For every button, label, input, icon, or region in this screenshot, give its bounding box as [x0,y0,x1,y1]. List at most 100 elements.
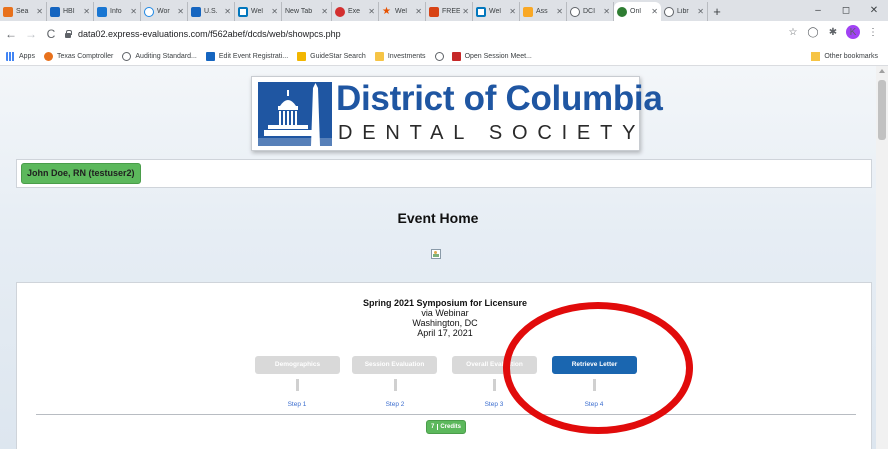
close-icon[interactable]: ✕ [368,7,375,16]
user-bar: John Doe, RN (testuser2) [16,159,872,188]
dc-dental-society-logo: District of Columbia DENTAL SOCIETY [251,76,663,151]
user-name-badge[interactable]: John Doe, RN (testuser2) [21,163,141,184]
page-scrollbar[interactable] [876,66,888,449]
browser-tab[interactable]: DCI ✕ [567,2,614,21]
browser-tab[interactable]: Wel ✕ [473,2,520,21]
close-icon[interactable]: ✕ [36,7,43,16]
webex-icon [144,6,154,17]
scrollbar-thumb[interactable] [878,80,886,140]
minimize-button[interactable]: – [804,0,832,21]
event-card: Spring 2021 Symposium for Licensure via … [16,282,872,449]
event-date: April 17, 2021 [417,328,473,338]
close-icon[interactable]: ✕ [177,7,184,16]
bookmark-guidestar[interactable]: GuideStar Search [297,51,366,61]
info-icon [97,6,107,17]
close-window-button[interactable]: ✕ [860,0,888,21]
new-tab-button[interactable]: + [708,2,726,21]
extension-icon[interactable]: ◯ [806,27,820,38]
step-connector [493,379,496,391]
close-icon[interactable]: ✕ [271,7,278,16]
address-bar[interactable]: data02.express-evaluations.com/f562abef/… [64,24,764,44]
event-mode: via Webinar [421,308,469,318]
url-text: data02.express-evaluations.com/f562abef/… [78,29,341,39]
credits-value: 7 [431,424,439,430]
step-label: Step 4 [584,401,604,408]
puzzle-icon[interactable]: ✱ [826,27,840,38]
e-icon [617,6,627,17]
event-location: Washington, DC [412,318,478,328]
scroll-up-arrow-icon[interactable] [879,69,885,73]
back-button[interactable]: ← [2,24,20,44]
close-icon[interactable]: ✕ [83,7,90,16]
browser-tab[interactable]: Wor ✕ [141,2,188,21]
close-icon[interactable]: ✕ [224,7,231,16]
calendar-icon [451,51,461,61]
step-label: Step 1 [287,401,307,408]
browser-tab[interactable]: Sea ✕ [0,2,47,21]
step-label: Step 2 [385,401,405,408]
bookmark-auditing-standard[interactable]: Auditing Standard... [122,51,197,61]
close-icon[interactable]: ✕ [697,7,704,16]
bookmark-texas-comptroller[interactable]: Texas Comptroller [43,51,113,61]
forward-button[interactable]: → [22,24,40,44]
close-icon[interactable]: ✕ [651,7,658,16]
browser-toolbar: ← → C data02.express-evaluations.com/f56… [0,21,888,47]
credits-label: Credits [440,424,462,430]
close-icon[interactable]: ✕ [603,7,610,16]
h-icon [50,6,60,17]
globe-icon [570,6,580,17]
browser-tab[interactable]: Ass ✕ [520,2,567,21]
globe-icon [122,51,132,61]
menu-icon[interactable]: ⋮ [866,27,880,38]
credits-badge: 7 Credits [426,420,467,434]
close-icon[interactable]: ✕ [556,7,563,16]
browser-tab[interactable]: Info ✕ [94,2,141,21]
other-bookmarks[interactable]: Other bookmarks [811,52,878,61]
demographics-button[interactable]: Demographics [255,356,340,374]
step-connector [394,379,397,391]
folder-icon [374,51,384,61]
close-icon[interactable]: ✕ [321,7,328,16]
maximize-button[interactable]: ◻ [832,0,860,21]
bookmark-star-icon[interactable]: ☆ [786,27,800,38]
browser-tab[interactable]: Libr ✕ [661,2,708,21]
bookmark-apps[interactable]: Apps [6,51,35,61]
browser-tab[interactable]: Exe ✕ [332,2,379,21]
tab-strip: Sea ✕ HBI ✕ Info ✕ Wor ✕ U.S. ✕ Wel ✕ New Tab ✕… [0,0,888,21]
aae-icon [523,6,533,17]
page-viewport: District of Columbia DENTAL SOCIETY John… [0,66,876,449]
browser-tab[interactable]: FREE ✕ [426,2,473,21]
profile-avatar[interactable]: K [846,25,860,39]
bookmark-open-session[interactable]: Open Session Meet... [451,51,532,61]
logo-title: District of Columbia [336,79,663,118]
logo-subtitle: DENTAL SOCIETY [338,122,646,144]
close-icon[interactable]: ✕ [415,7,422,16]
browser-tab[interactable]: U.S. ✕ [188,2,235,21]
page-title: Event Home [397,210,479,226]
bookmark-investments[interactable]: Investments [374,51,426,61]
close-icon[interactable]: ✕ [509,7,516,16]
close-icon[interactable]: ✕ [462,7,469,16]
overall-evaluation-button[interactable]: Overall Evaluation [452,356,537,374]
window-icon [238,6,248,17]
bookmark-globe[interactable] [434,51,448,61]
apps-grid-icon [6,51,15,61]
browser-tab[interactable]: ★ Wel ✕ [379,2,426,21]
globe-icon [664,6,674,17]
step-connector [593,379,596,391]
reload-button[interactable]: C [42,24,60,44]
session-evaluation-button[interactable]: Session Evaluation [352,356,437,374]
flag-icon [191,6,201,17]
bars-icon [3,6,13,17]
browser-tab[interactable]: New Tab ✕ [282,2,332,21]
browser-tab[interactable]: HBI ✕ [47,2,94,21]
folder-icon [811,52,821,61]
browser-tab[interactable]: Wel ✕ [235,2,282,21]
browser-tab-active[interactable]: Onl ✕ [614,2,661,21]
retrieve-letter-button[interactable]: Retrieve Letter [552,356,637,374]
bookmark-edit-event[interactable]: Edit Event Registrati... [205,51,288,61]
c-icon [429,6,439,17]
close-icon[interactable]: ✕ [130,7,137,16]
guidestar-icon [297,51,307,61]
event-title: Spring 2021 Symposium for Licensure [362,298,528,308]
